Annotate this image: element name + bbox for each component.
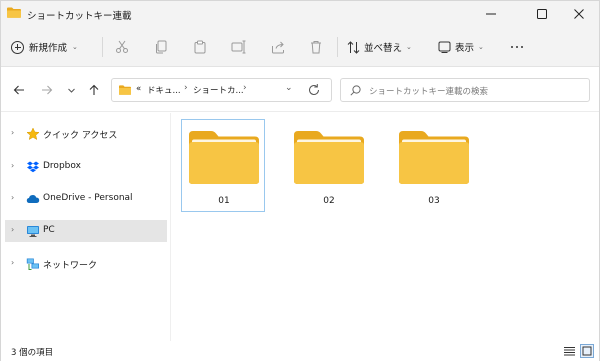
delete-icon[interactable] <box>308 39 324 55</box>
folder-icon <box>119 85 131 95</box>
breadcrumb-shortcut[interactable]: ショートカ... <box>193 84 244 96</box>
cloud-icon <box>26 195 40 203</box>
folder-icon <box>399 131 469 184</box>
copy-icon[interactable] <box>153 39 169 55</box>
new-button[interactable]: 新規作成 ⌄ <box>11 36 78 58</box>
maximize-icon <box>537 9 547 19</box>
folder-item-03[interactable]: 03 <box>391 119 475 212</box>
pc-icon <box>27 226 39 237</box>
view-icon <box>438 41 451 53</box>
star-icon <box>26 127 40 141</box>
search-placeholder: ショートカットキー連載の検索 <box>369 87 489 97</box>
sidebar-item-network[interactable]: › ネットワーク <box>5 253 167 275</box>
explorer-window: ショートカットキー連載 新規作成 ⌄ 並べ替え ⌄ 表示 ⌄ « ドキュ... … <box>0 0 600 361</box>
sidebar-item-pc[interactable]: › PC <box>5 220 167 242</box>
refresh-icon[interactable] <box>307 83 321 97</box>
folder-item-01[interactable]: 01 <box>181 119 265 212</box>
details-view-icon[interactable] <box>562 344 576 358</box>
item-count: 3 個の項目 <box>11 348 54 358</box>
address-history-chevron-icon[interactable]: ⌄ <box>285 83 293 93</box>
chevron-right-icon[interactable]: › <box>11 161 14 170</box>
folder-item-02[interactable]: 02 <box>286 119 370 212</box>
chevron-down-icon: ⌄ <box>72 43 78 51</box>
network-icon <box>26 258 39 270</box>
navigation-pane: › クイック アクセス › Dropbox › OneDrive - Perso… <box>1 113 171 341</box>
breadcrumb-separator-icon[interactable]: › <box>184 83 188 93</box>
sidebar-item-dropbox[interactable]: › Dropbox <box>5 156 167 178</box>
plus-circle-icon <box>11 40 24 54</box>
search-icon <box>350 85 361 96</box>
rename-icon[interactable] <box>231 39 247 55</box>
chevron-down-icon: ⌄ <box>478 43 484 51</box>
share-icon[interactable] <box>270 39 286 55</box>
window-title: ショートカットキー連載 <box>27 11 132 22</box>
sidebar-item-onedrive[interactable]: › OneDrive - Personal <box>5 188 167 210</box>
command-bar: 新規作成 ⌄ 並べ替え ⌄ 表示 ⌄ <box>1 27 599 67</box>
sort-icon <box>347 40 360 54</box>
sidebar-item-label: PC <box>43 225 55 235</box>
large-icons-view-icon[interactable] <box>580 344 594 358</box>
sidebar-item-label: OneDrive - Personal <box>43 193 133 203</box>
breadcrumb-documents[interactable]: ドキュ... <box>147 84 181 96</box>
up-arrow-icon[interactable] <box>86 82 102 98</box>
minimize-icon <box>486 13 496 15</box>
toolbar-divider <box>102 37 103 57</box>
folder-icon <box>7 7 21 18</box>
sidebar-item-quick-access[interactable]: › クイック アクセス <box>5 123 167 145</box>
folder-icon <box>294 131 364 184</box>
maximize-button[interactable] <box>522 1 562 27</box>
sort-label: 並べ替え <box>364 43 403 54</box>
view-label: 表示 <box>455 43 475 54</box>
cut-icon[interactable] <box>114 39 130 55</box>
minimize-button[interactable] <box>471 1 511 27</box>
sort-button[interactable]: 並べ替え ⌄ <box>347 36 412 58</box>
folder-name: 01 <box>218 196 230 206</box>
back-arrow-icon[interactable] <box>11 82 27 98</box>
dropbox-icon <box>27 161 39 173</box>
close-button[interactable] <box>559 1 599 27</box>
more-options-icon[interactable] <box>507 39 527 55</box>
folder-icon <box>189 131 259 184</box>
sidebar-item-label: クイック アクセス <box>43 131 118 141</box>
address-bar[interactable]: « ドキュ... › ショートカ... › ⌄ <box>111 78 332 102</box>
new-label: 新規作成 <box>29 43 68 54</box>
recent-chevron-icon[interactable] <box>63 82 79 98</box>
chevron-right-icon[interactable]: › <box>11 193 14 202</box>
view-button[interactable]: 表示 ⌄ <box>438 36 484 58</box>
chevron-right-icon[interactable]: › <box>11 225 14 234</box>
sidebar-item-label: ネットワーク <box>43 261 98 271</box>
address-row: « ドキュ... › ショートカ... › ⌄ ショートカットキー連載の検索 <box>1 68 599 112</box>
breadcrumb-separator-icon[interactable]: › <box>243 83 247 93</box>
status-bar: 3 個の項目 <box>1 341 599 361</box>
sidebar-item-label: Dropbox <box>43 161 81 171</box>
folder-name: 03 <box>428 196 440 206</box>
close-icon <box>574 9 584 19</box>
chevron-right-icon[interactable]: › <box>11 258 14 267</box>
toolbar-divider <box>337 37 338 57</box>
paste-icon[interactable] <box>192 39 208 55</box>
file-list: 01 02 03 <box>171 113 599 341</box>
folder-name: 02 <box>323 196 335 206</box>
forward-arrow-icon[interactable] <box>39 82 55 98</box>
breadcrumb-overflow[interactable]: « <box>136 84 141 94</box>
title-bar: ショートカットキー連載 <box>1 1 599 27</box>
chevron-right-icon[interactable]: › <box>11 128 14 137</box>
chevron-down-icon: ⌄ <box>406 43 412 51</box>
search-input[interactable]: ショートカットキー連載の検索 <box>340 78 590 102</box>
